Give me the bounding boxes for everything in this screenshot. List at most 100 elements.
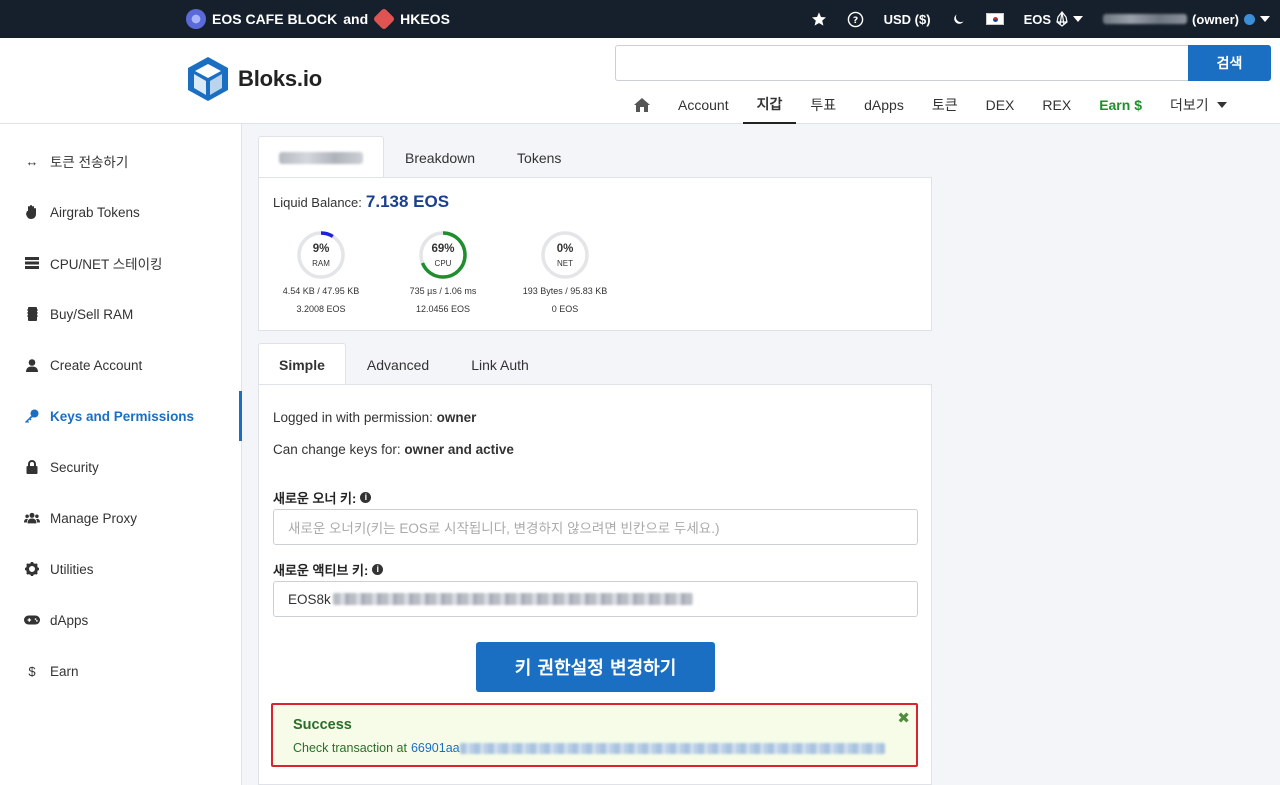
eos-cafe-logo-icon <box>186 9 206 29</box>
nav-rex[interactable]: REX <box>1028 86 1085 124</box>
nav-home[interactable] <box>620 86 664 124</box>
changeable-keys: Can change keys for: owner and active <box>273 442 514 457</box>
currency-selector[interactable]: USD ($) <box>874 0 941 38</box>
main-nav: Account 지갑 투표 dApps 토큰 DEX REX Earn $ 더보… <box>620 86 1241 124</box>
sidebar-item-dapps[interactable]: dApps <box>0 595 242 645</box>
moon-icon <box>953 14 964 24</box>
site-logo[interactable]: Bloks.io <box>186 55 322 103</box>
sidebar-item-label: dApps <box>50 612 89 628</box>
language-selector[interactable] <box>976 0 1014 38</box>
sidebar-item-proxy[interactable]: Manage Proxy <box>0 493 242 543</box>
sidebar-item-keys[interactable]: Keys and Permissions <box>0 391 242 441</box>
lock-icon <box>24 460 40 474</box>
help-button[interactable]: ? <box>837 0 874 38</box>
sidebar-item-utilities[interactable]: Utilities <box>0 544 242 594</box>
cpu-percent: 69% <box>431 243 455 255</box>
korea-flag-icon <box>985 13 1004 25</box>
favorites-button[interactable] <box>801 0 837 38</box>
sidebar-item-earn[interactable]: $ Earn <box>0 646 242 696</box>
tab-account-name[interactable] <box>258 136 384 178</box>
logged-in-label: Logged in with permission: <box>273 410 433 425</box>
active-key-input[interactable]: EOS8k <box>273 581 918 617</box>
owner-key-placeholder: 새로운 오너키(키는 EOS로 시작됩니다, 변경하지 않으려면 빈칸으로 두세… <box>288 521 720 536</box>
sidebar-item-label: Earn <box>50 663 79 679</box>
key-icon <box>24 409 40 423</box>
dark-mode-toggle[interactable] <box>941 0 976 38</box>
tab-advanced[interactable]: Advanced <box>346 343 450 385</box>
sidebar-item-label: Utilities <box>50 561 94 577</box>
sidebar-item-airgrab[interactable]: Airgrab Tokens <box>0 187 242 237</box>
cpu-gauge: 69% CPU 735 µs / 1.06 ms 12.0456 EOS <box>393 230 493 314</box>
transaction-link[interactable]: 66901aa <box>411 741 460 755</box>
alert-body-label: Check transaction at <box>293 741 407 755</box>
sponsor-a: EOS CAFE BLOCK <box>212 11 338 27</box>
sponsor-banner[interactable]: EOS CAFE BLOCK and HKEOS <box>186 0 450 38</box>
sidebar-item-security[interactable]: Security <box>0 442 242 492</box>
top-bar: EOS CAFE BLOCK and HKEOS ? USD ($) EOS (… <box>0 0 1280 38</box>
chain-label: EOS <box>1023 11 1052 27</box>
liquid-balance-label: Liquid Balance: <box>273 195 362 210</box>
net-staked: 0 EOS <box>551 304 579 314</box>
cpu-usage: 735 µs / 1.06 ms <box>409 286 477 296</box>
can-change-value: owner and active <box>404 442 514 457</box>
close-icon[interactable]: ✖ <box>897 709 910 727</box>
nav-tokens[interactable]: 토큰 <box>918 86 972 124</box>
sidebar: ↔ 토큰 전송하기 Airgrab Tokens CPU/NET 스테이킹 Bu… <box>0 124 242 785</box>
chevron-down-icon <box>1073 16 1084 22</box>
active-key-label-text: 새로운 액티브 키: <box>273 563 369 578</box>
balance-panel: Liquid Balance: 7.138 EOS 9% RAM 4.54 KB … <box>258 177 932 331</box>
cpu-label: CPU <box>434 259 452 268</box>
keys-form-panel: Logged in with permission: owner Can cha… <box>258 384 932 785</box>
ram-label: RAM <box>312 259 330 268</box>
server-icon <box>24 257 40 269</box>
sidebar-item-label: Manage Proxy <box>50 510 138 526</box>
ram-staked: 3.2008 EOS <box>296 304 346 314</box>
sidebar-item-transfer[interactable]: ↔ 토큰 전송하기 <box>0 136 242 186</box>
account-tabs: Breakdown Tokens <box>258 136 582 178</box>
search-input[interactable] <box>615 45 1188 81</box>
gear-icon <box>24 562 40 576</box>
home-icon <box>634 98 650 112</box>
nav-wallet[interactable]: 지갑 <box>742 86 797 124</box>
nav-account[interactable]: Account <box>664 86 743 124</box>
sidebar-item-label: 토큰 전송하기 <box>50 155 129 170</box>
hkeos-logo-icon <box>372 7 396 31</box>
sidebar-item-ram[interactable]: Buy/Sell RAM <box>0 289 242 339</box>
account-menu[interactable]: (owner) <box>1093 0 1280 38</box>
tab-link-auth[interactable]: Link Auth <box>450 343 550 385</box>
sponsor-b: HKEOS <box>400 11 450 27</box>
info-icon[interactable]: i <box>372 564 384 575</box>
users-icon <box>24 512 40 524</box>
sidebar-item-staking[interactable]: CPU/NET 스테이킹 <box>0 238 242 288</box>
owner-key-label-text: 새로운 오너 키: <box>273 491 357 506</box>
sidebar-item-label: Keys and Permissions <box>50 408 195 424</box>
chain-selector[interactable]: EOS <box>1014 0 1093 38</box>
chevron-down-icon <box>1260 16 1270 22</box>
can-change-label: Can change keys for: <box>273 442 401 457</box>
ram-usage: 4.54 KB / 47.95 KB <box>282 286 360 296</box>
star-icon <box>811 12 826 26</box>
active-key-redacted <box>332 593 693 605</box>
nav-more[interactable]: 더보기 <box>1156 86 1241 124</box>
nav-dapps[interactable]: dApps <box>850 86 918 124</box>
tab-tokens[interactable]: Tokens <box>496 136 582 178</box>
info-icon[interactable]: i <box>360 492 372 503</box>
permission-tabs: Simple Advanced Link Auth <box>258 343 550 385</box>
success-alert: Success Check transaction at 66901aa ✖ <box>271 703 918 767</box>
sidebar-item-create-account[interactable]: Create Account <box>0 340 242 390</box>
account-permission: (owner) <box>1192 11 1239 27</box>
nav-vote[interactable]: 투표 <box>796 86 850 124</box>
search-button[interactable]: 검색 <box>1188 45 1271 81</box>
nav-earn[interactable]: Earn $ <box>1085 86 1156 124</box>
tab-simple[interactable]: Simple <box>258 343 346 385</box>
ram-gauge: 9% RAM 4.54 KB / 47.95 KB 3.2008 EOS <box>271 230 371 314</box>
nav-dex[interactable]: DEX <box>972 86 1029 124</box>
change-keys-button[interactable]: 키 권한설정 변경하기 <box>476 642 715 692</box>
net-usage: 193 Bytes / 95.83 KB <box>522 286 608 296</box>
owner-key-input[interactable]: 새로운 오너키(키는 EOS로 시작됩니다, 변경하지 않으려면 빈칸으로 두세… <box>273 509 918 545</box>
owner-key-label: 새로운 오너 키: i <box>273 488 372 507</box>
logged-in-value: owner <box>436 410 477 425</box>
liquid-balance-value: 7.138 EOS <box>365 192 450 211</box>
tab-breakdown[interactable]: Breakdown <box>384 136 496 178</box>
active-key-label: 새로운 액티브 키: i <box>273 560 384 579</box>
